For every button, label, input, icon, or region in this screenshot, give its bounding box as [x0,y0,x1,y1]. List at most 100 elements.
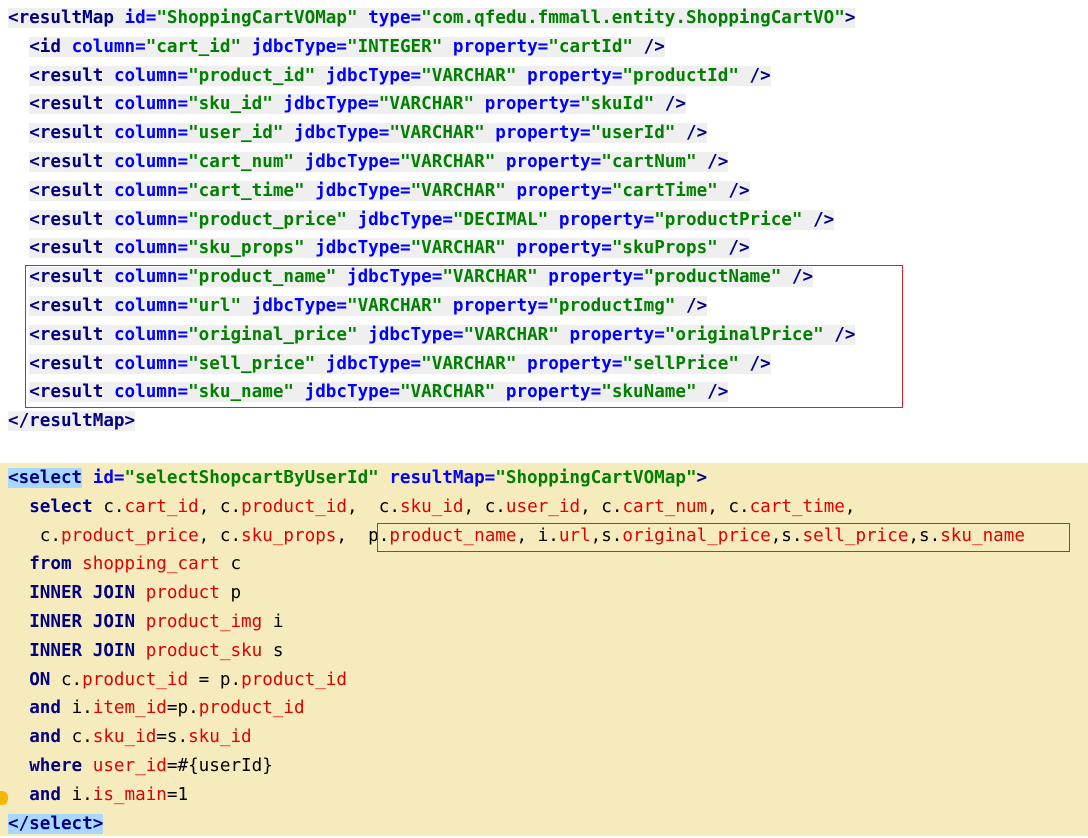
code-token: INNER JOIN [29,612,146,632]
code-token: property= [442,296,549,316]
code-token: "sell_price" [188,353,316,374]
code-token: property= [558,324,665,345]
code-token: id= [124,8,157,28]
code-token: c [219,554,242,575]
code-token: > [696,468,708,488]
code-token: "skuId" [580,94,655,115]
code-token: , [844,496,856,517]
result-map-line: <result column="product_id" jdbcType="VA… [0,62,1088,91]
code-token: original_price [622,525,771,546]
code-token: "sku_name" [188,382,295,403]
code-token: "productImg" [548,296,676,316]
code-token: "user_id" [188,123,284,144]
code-token: <id [29,36,72,57]
code-token: column= [113,238,189,259]
code-token: "productPrice" [654,209,803,230]
code-token: /> [696,382,729,403]
code-token: from [29,554,83,575]
code-token: property= [505,238,612,259]
code-token: column= [113,65,189,86]
code-token: <resultMap [8,8,125,28]
select-line: where user_id=#{userId} [0,752,1088,781]
code-token: s [262,640,284,661]
code-token: sku_name [940,525,1025,546]
code-token: column= [113,353,189,374]
code-token: column= [113,296,189,316]
select-line: ON c.product_id = p.product_id [0,666,1088,695]
code-token: product_name [389,525,517,546]
code-token: and [29,698,72,719]
code-token: sell_price [802,525,909,546]
code-token: =s. [156,727,189,748]
result-map-line: <result column="cart_num" jdbcType="VARC… [0,148,1088,177]
code-token: "cartNum" [601,152,697,172]
code-token: "cart_num" [188,152,295,172]
code-editor[interactable]: <resultMap id="ShoppingCartVOMap" type="… [0,0,1088,836]
code-token: "product_name" [188,267,337,288]
code-token: c. [103,496,125,517]
code-token: <result [29,94,114,115]
code-token: "selectShopcartByUserId" [124,468,379,488]
code-token: jdbcType= [315,65,422,86]
code-token: /> [781,267,814,288]
code-token: /> [675,123,708,144]
result-map-line: </resultMap> [0,407,1088,436]
code-token: jdbcType= [336,267,443,288]
code-token: , c. [580,496,623,517]
code-token: "ShoppingCartVOMap" [156,8,358,28]
code-token: sku_id [399,496,464,517]
code-token: <result [29,152,114,172]
code-token: jdbcType= [315,353,422,374]
code-token: "sku_id" [188,94,273,115]
code-token: sku_props [241,525,337,546]
code-token: sku_id [188,727,252,748]
code-token: "product_id" [188,65,316,86]
code-token: property= [505,180,612,201]
code-token: property= [537,267,644,288]
code-token: <result [29,209,114,230]
code-token: "url" [188,296,242,316]
code-token: column= [113,94,189,115]
code-token: "VARCHAR" [389,123,485,144]
result-map-line: <result column="product_price" jdbcType=… [0,206,1088,235]
code-token: cart_id [124,496,199,517]
result-map-line: <result column="product_name" jdbcType="… [0,263,1088,292]
code-token: "originalPrice" [664,324,824,345]
select-line: from shopping_cart c [0,550,1088,579]
code-token: ,s. [908,525,941,546]
code-token: "VARCHAR" [378,94,475,115]
code-token: "INTEGER" [347,36,443,57]
code-token: , i. [516,525,559,546]
code-token: "VARCHAR" [410,180,506,201]
code-token: "VARCHAR" [463,324,559,345]
select-line: INNER JOIN product_sku s [0,637,1088,666]
select-line: select c.cart_id, c.product_id, c.sku_id… [0,493,1088,522]
code-token: where [29,756,93,776]
code-token: product_img [145,612,263,632]
code-token: i. [71,698,93,719]
code-token: "skuProps" [611,238,718,259]
code-token: "VARCHAR" [421,65,517,86]
code-token: ,s. [590,525,623,546]
select-line: </select> [0,810,1088,838]
code-token: "cartTime" [611,180,718,201]
code-token: , [336,525,369,546]
code-token: ON [29,669,61,690]
code-token: <result [29,267,114,288]
code-token: product_price [60,525,199,546]
code-token: column= [113,324,189,345]
code-token: user_id [505,496,581,517]
code-token: cart_num [622,496,708,517]
code-token: "VARCHAR" [442,267,538,288]
code-token: property= [484,123,591,144]
code-token: and [29,784,72,805]
code-token: property= [516,65,623,86]
code-token: /> [802,209,835,230]
code-token: column= [113,267,189,288]
code-token: sku_id [92,727,157,748]
code-token: property= [474,94,581,115]
code-token: jdbcType= [304,180,411,201]
code-token: cart_time [749,496,845,517]
code-token: "ShoppingCartVOMap" [495,468,697,488]
code-token: /> [738,353,771,374]
